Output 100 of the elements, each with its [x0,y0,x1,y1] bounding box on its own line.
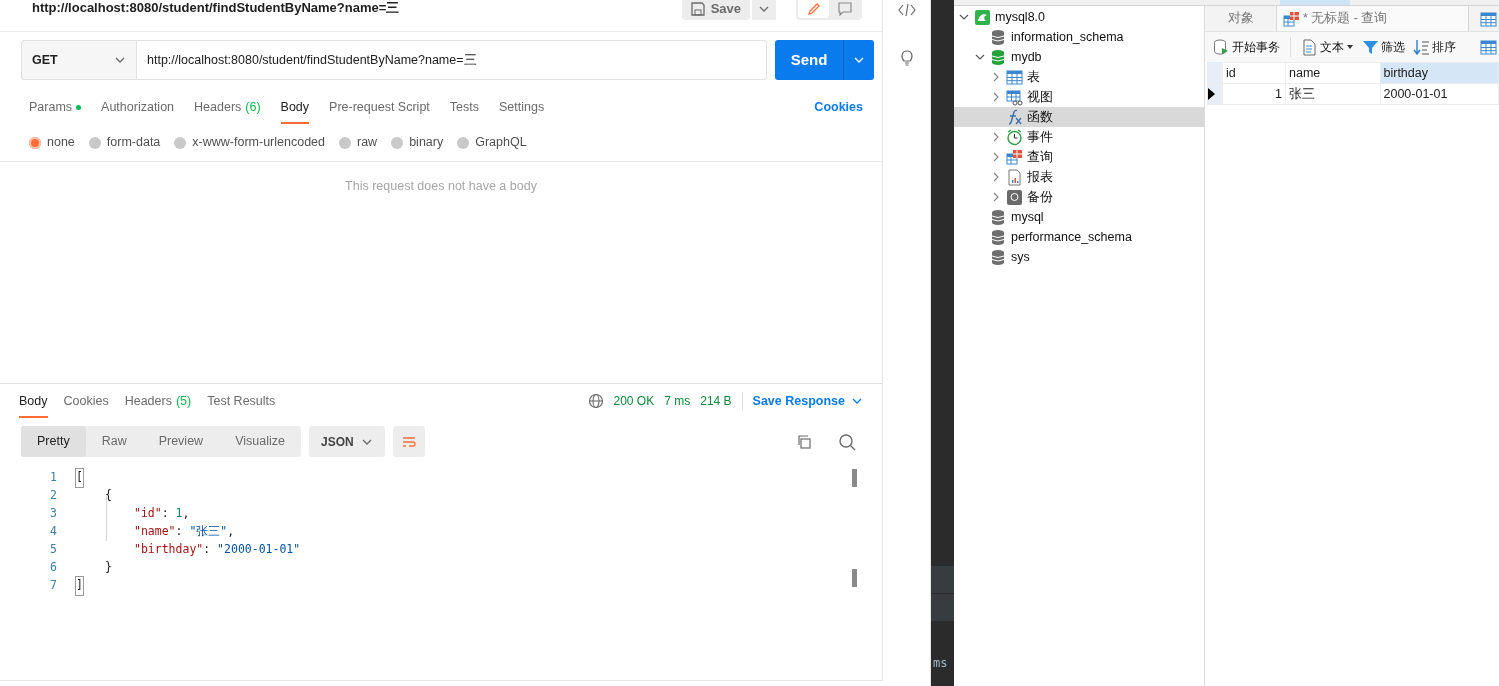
database-icon [990,208,1007,226]
lightbulb-button[interactable] [898,48,915,68]
code-line: } [105,559,112,577]
wrap-lines-button[interactable] [392,426,425,457]
radio-button[interactable] [29,136,41,149]
response-tab[interactable]: Cookies [55,384,117,418]
code-line: ] [76,577,83,595]
tree-item[interactable]: 备份 [954,187,1204,207]
filter-icon [1362,38,1379,56]
code-line: { [105,487,112,505]
request-tab[interactable]: Body [270,90,320,124]
code-line: "id": 1, [134,505,190,523]
scrollbar-thumb[interactable] [852,569,857,587]
lightbulb-icon [898,49,915,68]
send-button[interactable]: Send [775,40,843,80]
response-tab[interactable]: Body [11,384,56,418]
column-header[interactable]: id [1222,62,1286,84]
toolbar-button[interactable]: 开始事务 [1211,38,1282,56]
request-tab[interactable]: Pre-request Script [319,90,440,124]
chevron-right-icon[interactable] [991,152,1001,162]
chevron-right-icon[interactable] [991,72,1001,82]
backup-icon [1006,188,1023,206]
radio-label[interactable]: raw [357,133,378,152]
function-icon [1006,108,1023,126]
radio-label[interactable]: x-www-form-urlencoded [192,133,325,152]
tree-item[interactable]: 视图 [954,87,1204,107]
database-icon [990,228,1007,246]
chevron-down-icon[interactable] [975,52,985,62]
url-field[interactable]: http://localhost:8080/student/findStudentByName?name=三 [137,40,767,80]
format-dropdown[interactable]: JSON [308,426,385,457]
query-icon [1006,148,1023,166]
radio-button[interactable] [457,136,470,149]
tree-item[interactable]: 事件 [954,127,1204,147]
globe-icon [587,393,604,409]
database-icon [990,48,1007,66]
radio-button[interactable] [174,136,187,149]
chevron-down-icon[interactable] [959,12,969,22]
radio-label[interactable]: binary [409,133,444,152]
toolbar-button[interactable]: 文本 [1299,38,1356,56]
view-mode-tab[interactable]: Visualize [219,426,301,457]
column-header[interactable]: birthday [1380,62,1499,84]
chevron-right-icon[interactable] [991,132,1001,142]
method-dropdown[interactable]: GET [21,40,137,80]
view-mode-tab[interactable]: Preview [142,426,220,457]
empty-body-message: This request does not have a body [345,179,537,193]
response-time: 7 ms [664,393,691,410]
radio-label[interactable]: GraphQL [475,133,527,152]
chevron-right-icon[interactable] [991,92,1001,102]
chevron-right-icon[interactable] [991,192,1001,202]
line-number: 3 [49,505,57,523]
request-tab[interactable]: Headers (6) [184,90,271,124]
request-tab[interactable]: Settings [489,90,555,124]
send-options-button[interactable] [843,40,874,80]
code-line: "birthday": "2000-01-01" [134,541,301,559]
request-tab[interactable]: Tests [439,90,489,124]
tree-item[interactable]: mysql8.0 [954,7,1204,27]
edit-mode-button[interactable] [798,0,829,18]
tree-item[interactable]: 查询 [954,147,1204,167]
line-number: 1 [49,469,57,487]
alarm-clock-icon [1006,128,1023,146]
save-options-button[interactable] [752,0,776,20]
tree-item[interactable]: mysql [954,207,1204,227]
toolbar-button[interactable]: 筛选 [1360,38,1407,56]
search-icon [838,432,856,451]
save-button[interactable]: Save [681,0,750,20]
editor-tab[interactable]: * 无标题 - 查询 [1277,6,1469,31]
line-number: 5 [49,541,57,559]
toolbar-button[interactable]: 排序 [1411,38,1458,56]
code-icon [897,2,916,17]
radio-label[interactable]: none [47,133,75,152]
request-tab[interactable]: Authorization [91,90,185,124]
tree-item[interactable]: performance_schema [954,227,1204,247]
view-mode-tab[interactable]: Raw [85,426,143,457]
tree-item[interactable]: 表 [954,67,1204,87]
radio-button[interactable] [339,136,351,149]
radio-label[interactable]: form-data [106,133,161,152]
line-number: 7 [49,577,57,595]
tree-item[interactable]: mydb [954,47,1204,67]
cookies-link[interactable]: Cookies [814,90,863,124]
line-number: 4 [49,523,57,541]
tree-item[interactable]: 报表 [954,167,1204,187]
request-title: http://localhost:8080/student/findStudentByName?name=三 [32,0,400,17]
save-response-button[interactable]: Save Response [741,391,863,411]
scrollbar-thumb[interactable] [852,469,857,487]
chevron-right-icon[interactable] [991,172,1001,182]
tree-item[interactable]: sys [954,247,1204,267]
view-mode-tab[interactable]: Pretty [21,426,86,457]
response-tab[interactable]: Headers (5) [116,384,200,418]
database-icon [990,28,1007,46]
line-number: 2 [49,487,57,505]
tree-item[interactable]: information_schema [954,27,1204,47]
tree-item[interactable]: 函数 [954,107,1204,127]
request-tab[interactable]: Params [19,90,92,124]
response-tab[interactable]: Test Results [199,384,284,418]
column-header[interactable]: name [1285,62,1380,84]
radio-button[interactable] [391,136,404,149]
status-code: 200 OK [613,393,655,410]
code-line: "name": "张三", [134,523,235,541]
radio-button[interactable] [88,136,101,149]
query-icon [1283,10,1299,27]
